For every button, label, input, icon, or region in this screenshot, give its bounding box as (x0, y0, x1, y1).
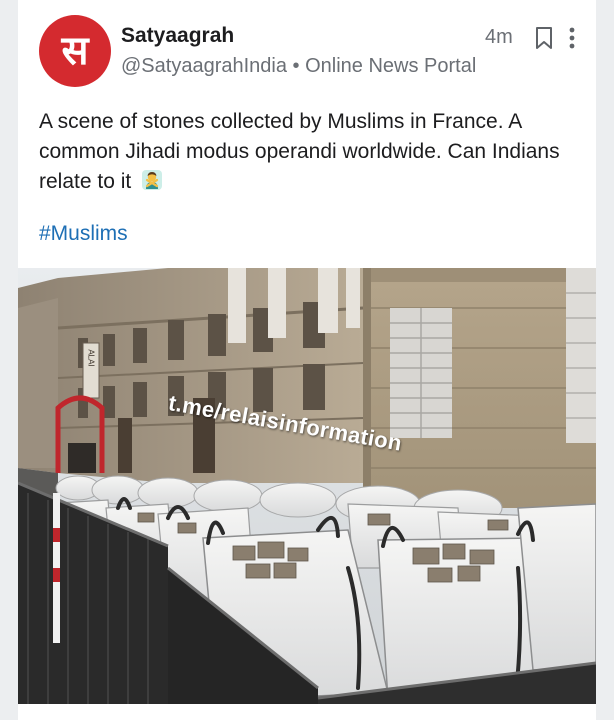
avatar-logo-glyph: स (61, 28, 89, 74)
post-photo[interactable]: ALAI (18, 268, 596, 704)
sign-letters: ALAI (87, 349, 96, 366)
post-body: A scene of stones collected by Muslims i… (39, 107, 579, 197)
hashtag-link[interactable]: #Muslims (39, 222, 128, 246)
more-options-icon[interactable] (565, 26, 579, 50)
person-gesturing-no-icon (142, 170, 163, 190)
bookmark-icon[interactable] (534, 26, 554, 50)
author-name[interactable]: Satyaagrah (121, 24, 234, 48)
author-handle[interactable]: @SatyaagrahIndia (121, 55, 287, 77)
post-timestamp: 4m (485, 26, 513, 48)
avatar[interactable]: स (39, 15, 111, 87)
post-text: A scene of stones collected by Muslims i… (39, 110, 560, 193)
account-type: Online News Portal (305, 55, 477, 77)
meta-separator: • (292, 55, 300, 77)
post-card: स Satyaagrah @SatyaagrahIndia • Online N… (18, 0, 596, 720)
author-meta: @SatyaagrahIndia • Online News Portal (121, 55, 476, 78)
